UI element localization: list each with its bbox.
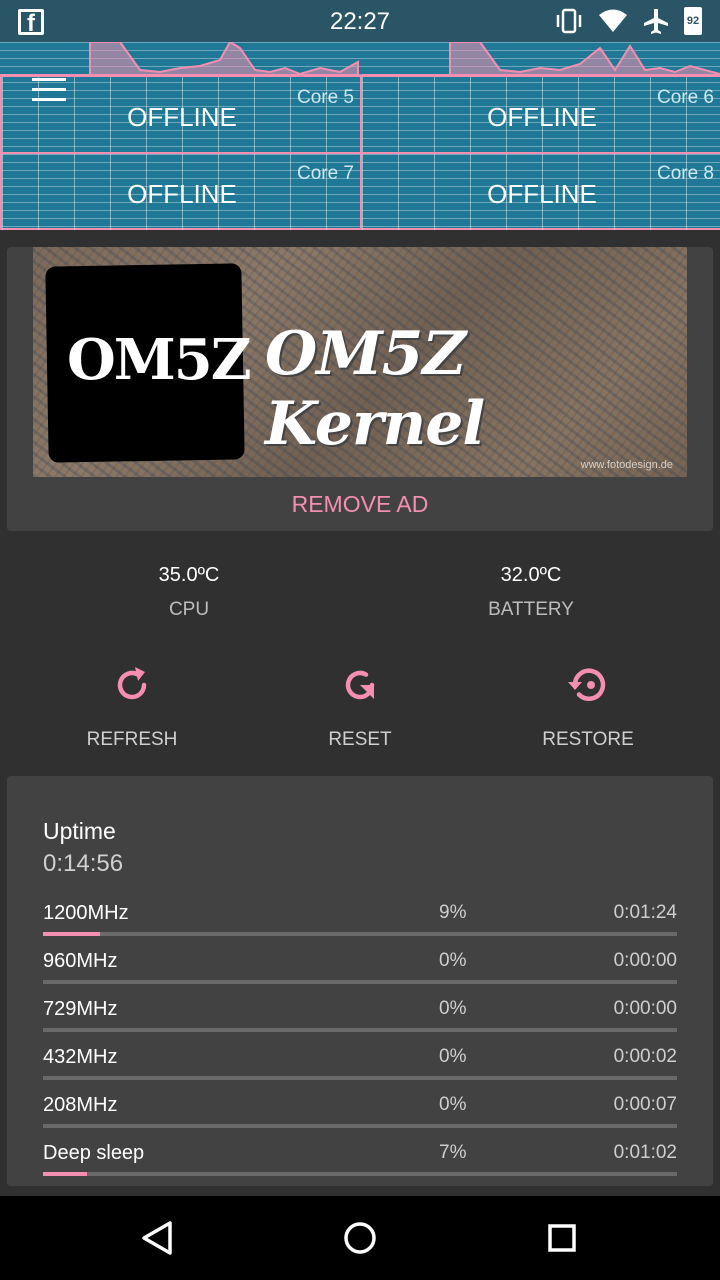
frequency-name: 729MHz (43, 998, 118, 1020)
ad-banner-title: OM5Z Kernel (265, 319, 485, 459)
ad-card: OM5Z OM5Z Kernel www.fotodesign.de REMOV… (7, 247, 713, 531)
battery-temp: 32.0ºC BATTERY (411, 564, 651, 621)
frequency-time: 0:00:02 (613, 1046, 677, 1067)
ad-logo-text: OM5Z (67, 327, 252, 393)
frequency-name: 960MHz (43, 950, 118, 972)
status-bar: f 22:27 92 (0, 0, 720, 42)
frequency-progress (43, 1076, 677, 1080)
core-graph-panel: Core 5 OFFLINE Core 6 OFFLINE Core 7 OFF… (0, 42, 720, 230)
frequency-percent: 0% (439, 950, 467, 971)
remove-ad-button[interactable]: REMOVE AD (7, 491, 713, 518)
core-cell-6: Core 6 OFFLINE (360, 75, 720, 152)
frequency-percent: 7% (439, 1142, 467, 1163)
frequency-time: 0:00:07 (613, 1094, 677, 1115)
frequency-row: Deep sleep 7% 0:01:02 (43, 1142, 677, 1190)
frequency-percent: 0% (439, 1046, 467, 1067)
frequency-row: 729MHz 0% 0:00:00 (43, 998, 677, 1046)
uptime-label: Uptime (43, 818, 116, 844)
frequency-progress (43, 1172, 677, 1176)
refresh-button[interactable]: REFRESH (32, 664, 232, 751)
cpu-temp-value: 35.0ºC (158, 564, 220, 586)
frequency-name: 208MHz (43, 1094, 118, 1116)
navigation-bar (0, 1196, 720, 1280)
frequency-progress (43, 932, 677, 936)
frequency-time: 0:01:24 (613, 902, 677, 923)
frequency-progress-fill (43, 932, 101, 936)
reset-button[interactable]: RESET (260, 664, 460, 751)
frequency-time: 0:00:00 (613, 998, 677, 1019)
ad-fine-print: www.fotodesign.de (580, 459, 673, 471)
ad-banner-image[interactable]: OM5Z OM5Z Kernel www.fotodesign.de (33, 247, 687, 477)
frequency-row: 208MHz 0% 0:00:07 (43, 1094, 677, 1142)
core-status: OFFLINE (127, 179, 237, 209)
vibrate-icon (556, 8, 582, 34)
frequency-progress (43, 1124, 677, 1128)
reset-label: RESET (328, 729, 392, 750)
core-status: OFFLINE (487, 179, 597, 209)
reset-icon (345, 670, 375, 700)
wifi-icon (599, 9, 627, 32)
core-cell-7: Core 7 OFFLINE (0, 152, 360, 230)
frequency-row: 432MHz 0% 0:00:02 (43, 1046, 677, 1094)
core-cell-8: Core 8 OFFLINE (360, 152, 720, 230)
back-icon[interactable] (138, 1218, 178, 1258)
cpu-frequency-stats-card: Uptime 0:14:56 1200MHz 9% 0:01:24 960MHz… (7, 776, 713, 1186)
battery-temp-value: 32.0ºC (500, 564, 562, 586)
frequency-progress (43, 980, 677, 984)
frequency-time: 0:00:00 (613, 950, 677, 971)
refresh-icon (117, 667, 147, 700)
menu-icon[interactable] (32, 78, 66, 108)
frequency-percent: 9% (439, 902, 467, 923)
frequency-row: 1200MHz 9% 0:01:24 (43, 902, 677, 950)
frequency-name: 1200MHz (43, 902, 129, 924)
frequency-name: 432MHz (43, 1046, 118, 1068)
uptime-value: 0:14:56 (43, 850, 124, 877)
restore-icon (568, 668, 606, 701)
frequency-progress-fill (43, 1172, 88, 1176)
status-icons: 92 (554, 7, 702, 35)
frequency-time: 0:01:02 (613, 1142, 677, 1163)
restore-button[interactable]: RESTORE (488, 664, 688, 751)
frequency-percent: 0% (439, 998, 467, 1019)
restore-label: RESTORE (542, 729, 634, 750)
cpu-temp-label: CPU (168, 599, 210, 620)
battery-icon: 92 (684, 7, 702, 35)
refresh-label: REFRESH (86, 729, 178, 750)
frequency-progress (43, 1028, 677, 1032)
core-status: OFFLINE (487, 102, 597, 132)
battery-temp-label: BATTERY (488, 599, 574, 620)
cpu-temp: 35.0ºC CPU (69, 564, 309, 621)
airplane-icon (644, 9, 668, 34)
app-root: f 22:27 92 Core 5 OFFLINE Core 6 OFFLINE… (0, 0, 720, 1280)
recents-icon[interactable] (542, 1218, 582, 1258)
frequency-percent: 0% (439, 1094, 467, 1115)
home-icon[interactable] (340, 1218, 380, 1258)
frequency-name: Deep sleep (43, 1142, 145, 1164)
frequency-row: 960MHz 0% 0:00:00 (43, 950, 677, 998)
